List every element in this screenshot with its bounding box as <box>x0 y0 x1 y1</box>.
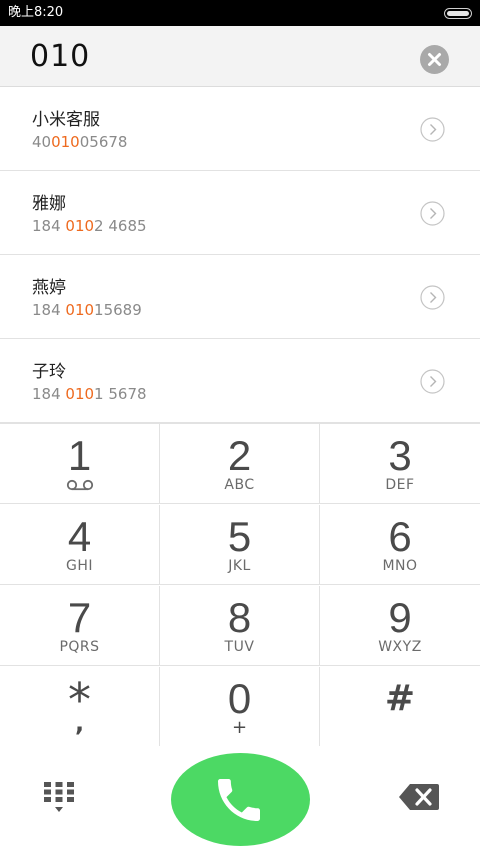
key-digit: 9 <box>388 594 412 641</box>
key-sub: + <box>231 717 248 738</box>
key-digit: 7 <box>67 594 92 641</box>
status-time: 晚上8:20 <box>8 5 64 20</box>
number-match-highlight: 010 <box>65 385 95 403</box>
contact-result-row[interactable]: 小米客服 4001005678 <box>0 87 480 171</box>
contact-number: 184 0102 4685 <box>32 217 147 235</box>
chevron-right-circle-icon[interactable] <box>420 201 445 226</box>
voicemail-icon <box>66 479 94 491</box>
dial-key-star[interactable]: * , <box>0 667 160 747</box>
dial-key-9[interactable]: 9 WXYZ <box>320 586 480 666</box>
dialed-number[interactable]: 010 <box>30 40 90 74</box>
number-match-highlight: 010 <box>65 217 95 235</box>
dialer-action-bar <box>0 746 480 853</box>
key-digit: 4 <box>67 513 92 560</box>
chevron-right-circle-icon[interactable] <box>420 117 445 142</box>
key-letters: MNO <box>382 558 418 574</box>
key-letters: PQRS <box>59 639 100 655</box>
contact-number: 184 01015689 <box>32 301 142 319</box>
contact-name: 小米客服 <box>32 110 100 130</box>
contact-result-row[interactable]: 燕婷 184 01015689 <box>0 255 480 339</box>
contact-number: 4001005678 <box>32 133 128 151</box>
key-symbol: # <box>384 678 416 719</box>
dial-pad: 1 2 ABC 3 DEF 4 GHI 5 JKL 6 MNO 7 PQRS 8… <box>0 423 480 747</box>
contact-name: 子玲 <box>32 362 66 382</box>
dial-key-1[interactable]: 1 <box>0 424 160 504</box>
dial-key-5[interactable]: 5 JKL <box>160 505 320 585</box>
dial-key-8[interactable]: 8 TUV <box>160 586 320 666</box>
search-results-list: 小米客服 4001005678 雅娜 184 0102 4685 燕婷 184 … <box>0 87 480 423</box>
contact-name: 雅娜 <box>32 194 66 214</box>
key-digit: 5 <box>227 513 252 560</box>
dialpad-icon[interactable] <box>40 780 78 818</box>
contact-name: 燕婷 <box>32 278 66 298</box>
key-letters: GHI <box>65 558 93 574</box>
key-letters: JKL <box>228 558 251 574</box>
key-letters: DEF <box>385 477 415 493</box>
key-digit: 6 <box>388 513 412 560</box>
clear-input-button[interactable] <box>420 45 449 74</box>
contact-result-row[interactable]: 子玲 184 0101 5678 <box>0 339 480 423</box>
dial-key-6[interactable]: 6 MNO <box>320 505 480 585</box>
key-letters: TUV <box>224 639 255 655</box>
phone-icon <box>218 779 260 821</box>
close-circle-icon <box>428 53 441 66</box>
key-digit: 3 <box>388 432 412 479</box>
call-button[interactable] <box>171 753 310 846</box>
key-digit: 2 <box>227 432 252 479</box>
dial-key-0[interactable]: 0 + <box>160 667 320 747</box>
key-digit: 0 <box>227 675 252 722</box>
dial-key-2[interactable]: 2 ABC <box>160 424 320 504</box>
backspace-icon[interactable] <box>398 782 440 812</box>
chevron-right-circle-icon[interactable] <box>420 369 445 394</box>
contact-result-row[interactable]: 雅娜 184 0102 4685 <box>0 171 480 255</box>
key-sub: , <box>74 709 85 737</box>
dial-key-4[interactable]: 4 GHI <box>0 505 160 585</box>
contact-number: 184 0101 5678 <box>32 385 147 403</box>
dial-key-7[interactable]: 7 PQRS <box>0 586 160 666</box>
battery-icon <box>444 8 472 19</box>
number-match-highlight: 010 <box>51 133 80 151</box>
key-digit: 1 <box>67 432 92 479</box>
status-bar: 晚上8:20 <box>0 0 480 26</box>
key-letters: WXYZ <box>378 639 422 655</box>
dial-key-3[interactable]: 3 DEF <box>320 424 480 504</box>
number-match-highlight: 010 <box>65 301 95 319</box>
dial-input-bar: 010 <box>0 26 480 87</box>
key-digit: 8 <box>227 594 252 641</box>
chevron-right-circle-icon[interactable] <box>420 285 445 310</box>
dial-key-hash[interactable]: # <box>320 667 480 747</box>
key-letters: ABC <box>224 477 255 493</box>
